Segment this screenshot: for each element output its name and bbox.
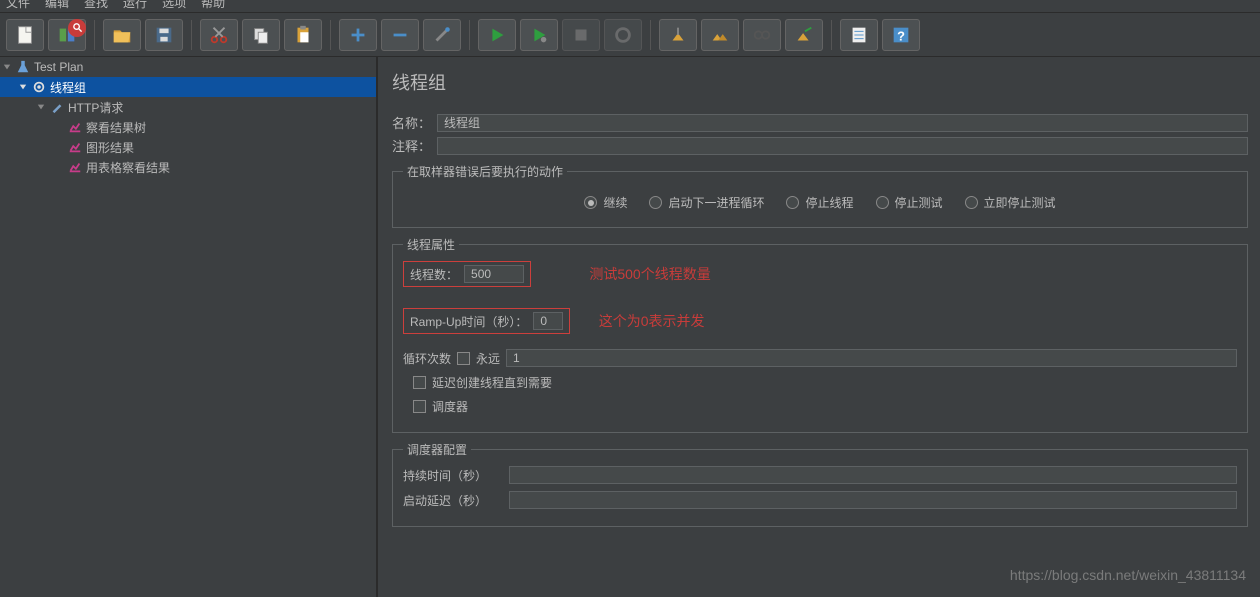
tree-thread-group[interactable]: 线程组	[0, 77, 376, 97]
delay-checkbox[interactable]	[413, 376, 426, 389]
startup-delay-input[interactable]	[509, 491, 1237, 509]
gear-icon	[31, 79, 47, 95]
wand-button[interactable]	[423, 19, 461, 51]
reset-search-button[interactable]	[785, 19, 823, 51]
clear-button[interactable]	[659, 19, 697, 51]
shutdown-button[interactable]	[604, 19, 642, 51]
error-action-fieldset: 在取样器错误后要执行的动作 继续 启动下一进程循环 停止线程 停止测试 立即停止…	[392, 163, 1248, 228]
add-button[interactable]	[339, 19, 377, 51]
help-button[interactable]: ?	[882, 19, 920, 51]
flask-icon	[15, 59, 31, 75]
duration-label: 持续时间（秒）	[403, 467, 503, 484]
loop-label: 循环次数	[403, 350, 451, 367]
svg-text:?: ?	[897, 28, 905, 43]
separator	[191, 20, 192, 50]
scheduler-checkbox[interactable]	[413, 400, 426, 413]
tree-http-request[interactable]: HTTP请求	[0, 97, 376, 117]
startup-delay-label: 启动延迟（秒）	[403, 492, 503, 509]
delay-label: 延迟创建线程直到需要	[432, 374, 552, 391]
thread-props-fieldset: 线程属性 线程数： 测试500个线程数量 Ramp-Up时间（秒）： 这个为0表…	[392, 236, 1248, 433]
error-action-legend: 在取样器错误后要执行的动作	[403, 163, 567, 180]
new-file-button[interactable]	[6, 19, 44, 51]
comment-input[interactable]	[437, 137, 1248, 155]
radio-next-loop[interactable]: 启动下一进程循环	[649, 194, 764, 211]
menu-file[interactable]: 文件	[6, 0, 30, 6]
open-button[interactable]	[103, 19, 141, 51]
tree-label: Test Plan	[34, 60, 83, 74]
radio-stop-thread[interactable]: 停止线程	[786, 194, 853, 211]
remove-button[interactable]	[381, 19, 419, 51]
annotation-2: 这个为0表示并发	[599, 313, 705, 329]
menu-run[interactable]: 运行	[123, 0, 147, 6]
copy-button[interactable]	[242, 19, 280, 51]
tree-label: 察看结果树	[86, 119, 146, 136]
tree-graph-result[interactable]: 图形结果	[0, 137, 376, 157]
function-helper-button[interactable]	[840, 19, 878, 51]
radio-continue[interactable]: 继续	[584, 194, 627, 211]
chart-icon	[67, 159, 83, 175]
menu-help[interactable]: 帮助	[201, 0, 225, 6]
chart-icon	[67, 119, 83, 135]
ramp-label: Ramp-Up时间（秒）：	[410, 313, 527, 330]
comment-label: 注释：	[392, 136, 431, 155]
templates-button[interactable]	[48, 19, 86, 51]
annotation-1: 测试500个线程数量	[589, 266, 710, 282]
separator	[650, 20, 651, 50]
tree-test-plan[interactable]: Test Plan	[0, 57, 376, 77]
tree-panel: Test Plan 线程组 HTTP请求 察看结果树 图形结果 用表格察看结果	[0, 57, 378, 597]
separator	[330, 20, 331, 50]
pipette-icon	[49, 99, 65, 115]
loop-input[interactable]	[506, 349, 1237, 367]
ramp-input[interactable]	[533, 312, 563, 330]
menu-find[interactable]: 查找	[84, 0, 108, 6]
stop-button[interactable]	[562, 19, 600, 51]
scheduler-legend: 调度器配置	[403, 441, 471, 458]
radio-stop-now[interactable]: 立即停止测试	[965, 194, 1056, 211]
panel-title: 线程组	[392, 69, 1248, 95]
search-icon	[68, 19, 86, 37]
separator	[469, 20, 470, 50]
separator	[831, 20, 832, 50]
duration-input[interactable]	[509, 466, 1237, 484]
cut-button[interactable]	[200, 19, 238, 51]
tree-table-result[interactable]: 用表格察看结果	[0, 157, 376, 177]
threads-label: 线程数：	[410, 266, 458, 283]
name-input[interactable]	[437, 114, 1248, 132]
tree-label: 线程组	[50, 79, 86, 96]
separator	[94, 20, 95, 50]
toolbar: ?	[0, 12, 1260, 57]
main-panel: 线程组 名称： 注释： 在取样器错误后要执行的动作 继续 启动下一进程循环 停止…	[378, 57, 1260, 597]
tree-result-tree[interactable]: 察看结果树	[0, 117, 376, 137]
scheduler-fieldset: 调度器配置 持续时间（秒） 启动延迟（秒）	[392, 441, 1248, 527]
forever-label: 永远	[476, 350, 500, 367]
name-label: 名称：	[392, 113, 431, 132]
tree-label: 用表格察看结果	[86, 159, 170, 176]
scheduler-label: 调度器	[432, 398, 468, 415]
run-no-pause-button[interactable]	[520, 19, 558, 51]
clear-all-button[interactable]	[701, 19, 739, 51]
paste-button[interactable]	[284, 19, 322, 51]
find-button[interactable]	[743, 19, 781, 51]
tree-label: HTTP请求	[68, 99, 123, 116]
chart-icon	[67, 139, 83, 155]
menu-edit[interactable]: 编辑	[45, 0, 69, 6]
forever-checkbox[interactable]	[457, 352, 470, 365]
tree-label: 图形结果	[86, 139, 134, 156]
thread-props-legend: 线程属性	[403, 236, 459, 253]
menubar: 文件 编辑 查找 运行 选项 帮助	[0, 0, 1260, 12]
watermark: https://blog.csdn.net/weixin_43811134	[1010, 567, 1246, 583]
save-button[interactable]	[145, 19, 183, 51]
run-button[interactable]	[478, 19, 516, 51]
radio-stop-test[interactable]: 停止测试	[876, 194, 943, 211]
menu-options[interactable]: 选项	[162, 0, 186, 6]
threads-input[interactable]	[464, 265, 524, 283]
